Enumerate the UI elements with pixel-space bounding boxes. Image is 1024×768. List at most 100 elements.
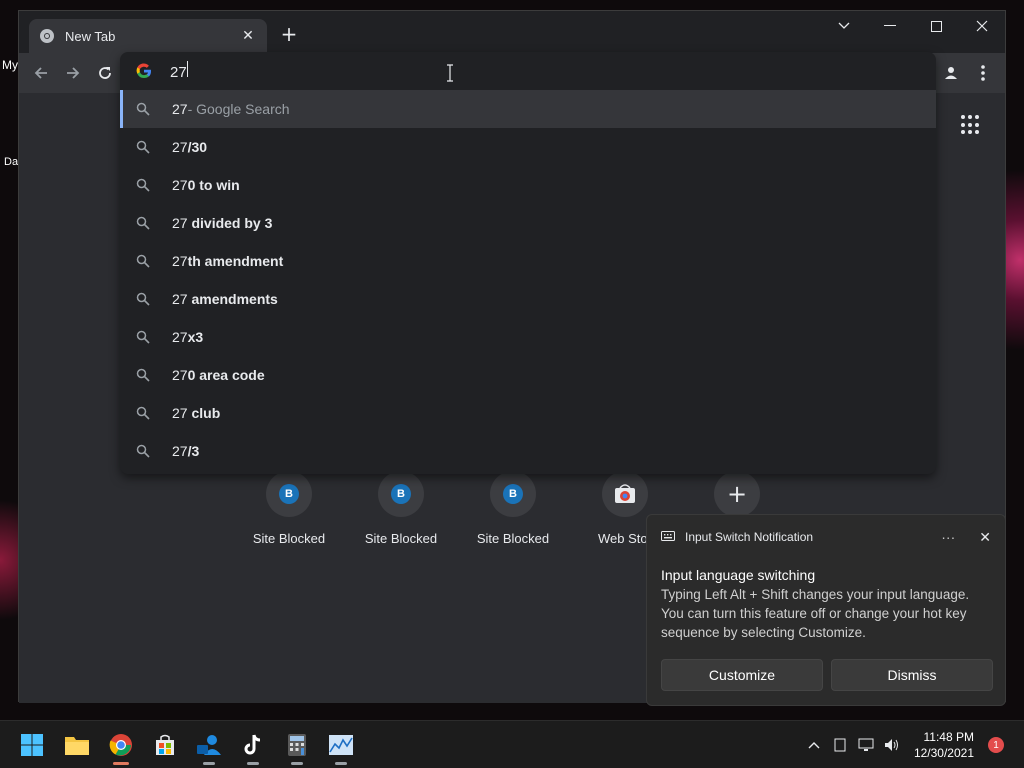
active-app-indicator [113,762,129,765]
suggestion-typed-text: 27 [172,405,188,421]
start-button[interactable] [18,731,46,759]
add-shortcut-tile[interactable]: + [681,471,793,517]
search-icon [136,406,150,420]
google-apps-icon[interactable] [961,115,981,135]
suggestion-list: 27 - Google Search 27/30 27 0 to win 27 d… [120,90,936,470]
tiktok-button[interactable] [239,731,267,765]
task-manager-button[interactable] [327,731,355,765]
suggestion-completion-text: 0 area code [187,367,265,383]
calculator-icon [288,734,306,756]
suggestion-item[interactable]: 27 divided by 3 [120,204,936,242]
notification-count-badge[interactable]: 1 [988,737,1004,753]
customize-button[interactable]: Customize [661,659,823,691]
suggestion-typed-text: 27 [172,291,188,307]
chrome-taskbar-button[interactable] [107,731,135,765]
suggestion-completion-text: /30 [187,139,208,155]
suggestion-typed-text: 27 [172,215,188,231]
notification-title: Input language switching [661,567,816,583]
shortcut-label: Site Blocked [364,531,438,546]
tab-title: New Tab [65,28,116,44]
tab-close-icon[interactable]: ✕ [239,28,257,44]
forward-arrow-icon[interactable] [59,59,87,87]
shortcut-tile[interactable]: B Site Blocked [233,471,345,546]
folder-icon [65,737,89,755]
reload-icon[interactable] [91,59,119,87]
network-icon[interactable] [854,735,878,755]
keyboard-icon [661,531,675,541]
tab-search-chevron-icon[interactable] [821,11,867,41]
suggestion-item[interactable]: 27 0 to win [120,166,936,204]
microsoft-store-button[interactable] [151,731,179,759]
tab-strip: New Tab ✕ + [19,11,1005,53]
omnibox-input[interactable]: 27 [170,61,430,81]
suggestion-item[interactable]: 27 club [120,394,936,432]
shortcut-tile[interactable]: B Site Blocked [457,471,569,546]
running-app-indicator [247,762,259,765]
search-icon [136,368,150,382]
more-options-icon[interactable]: ··· [941,529,955,545]
notification-body: Typing Left Alt + Shift changes your inp… [661,587,970,640]
volume-icon[interactable] [880,735,904,755]
search-icon [136,178,150,192]
people-app-button[interactable] [195,731,223,765]
shortcut-tile[interactable]: B Site Blocked [345,471,457,546]
ibeam-cursor-icon [447,64,453,82]
search-icon [136,102,150,116]
people-icon [197,735,221,755]
suggestion-typed-text: 27 [172,329,188,345]
back-arrow-icon[interactable] [27,59,55,87]
suggestion-item[interactable]: 27 - Google Search [120,90,936,128]
search-icon [136,444,150,458]
search-icon [136,216,150,230]
tab-new-tab[interactable]: New Tab ✕ [29,19,267,53]
calculator-button[interactable] [283,731,311,765]
site-blocked-icon: B [391,484,411,504]
desktop-icon-label[interactable]: Da [4,156,18,168]
suggestion-completion-text: divided by 3 [187,215,273,231]
site-blocked-icon: B [503,484,523,504]
suggestion-item[interactable]: 27 x3 [120,318,936,356]
suggestion-item[interactable]: 27/3 [120,432,936,470]
suggestion-item[interactable]: 27th amendment [120,242,936,280]
suggestion-description: - Google Search [187,101,290,117]
show-hidden-icons-chevron-icon[interactable] [802,735,826,755]
suggestion-completion-text: club [187,405,221,421]
search-icon [136,292,150,306]
clock-time: 11:48 PM [923,730,974,744]
taskbar-clock[interactable]: 11:48 PM 12/30/2021 [914,729,974,761]
search-icon [136,140,150,154]
suggestion-item[interactable]: 27 0 area code [120,356,936,394]
chrome-favicon-icon [40,29,54,43]
suggestion-item[interactable]: 27 amendments [120,280,936,318]
taskbar: 11:48 PM 12/30/2021 1 [0,720,1024,768]
suggestion-item[interactable]: 27/30 [120,128,936,166]
web-store-icon [615,484,635,503]
dismiss-button[interactable]: Dismiss [831,659,993,691]
chrome-icon [109,734,132,756]
tablet-icon[interactable] [828,735,852,755]
windows-logo-icon [21,734,43,756]
notification-close-icon[interactable]: ✕ [979,529,991,546]
profile-icon[interactable] [937,59,965,87]
desktop-icon-label[interactable]: My [2,58,18,72]
new-tab-button[interactable]: + [277,23,301,47]
running-app-indicator [291,762,303,765]
suggestion-typed-text: 27 [172,443,188,459]
shortcut-label: Site Blocked [476,531,550,546]
shortcut-label: Site Blocked [252,531,326,546]
suggestion-completion-text: th amendment [187,253,284,269]
notification-header: Input Switch Notification ··· ✕ [661,529,991,545]
maximize-button[interactable] [913,11,959,41]
input-switch-notification: Input Switch Notification ··· ✕ Input la… [646,514,1006,706]
suggestion-completion-text: x3 [187,329,204,345]
file-explorer-button[interactable] [63,731,91,759]
running-app-indicator [335,762,347,765]
close-window-button[interactable] [959,11,1005,41]
suggestion-completion-text: amendments [187,291,278,307]
performance-chart-icon [329,735,353,755]
menu-kebab-icon[interactable] [969,59,997,87]
omnibox-input-row[interactable]: 27 [120,52,936,90]
minimize-button[interactable] [867,11,913,41]
suggestion-typed-text: 27 [172,253,188,269]
suggestion-typed-text: 27 [172,139,188,155]
